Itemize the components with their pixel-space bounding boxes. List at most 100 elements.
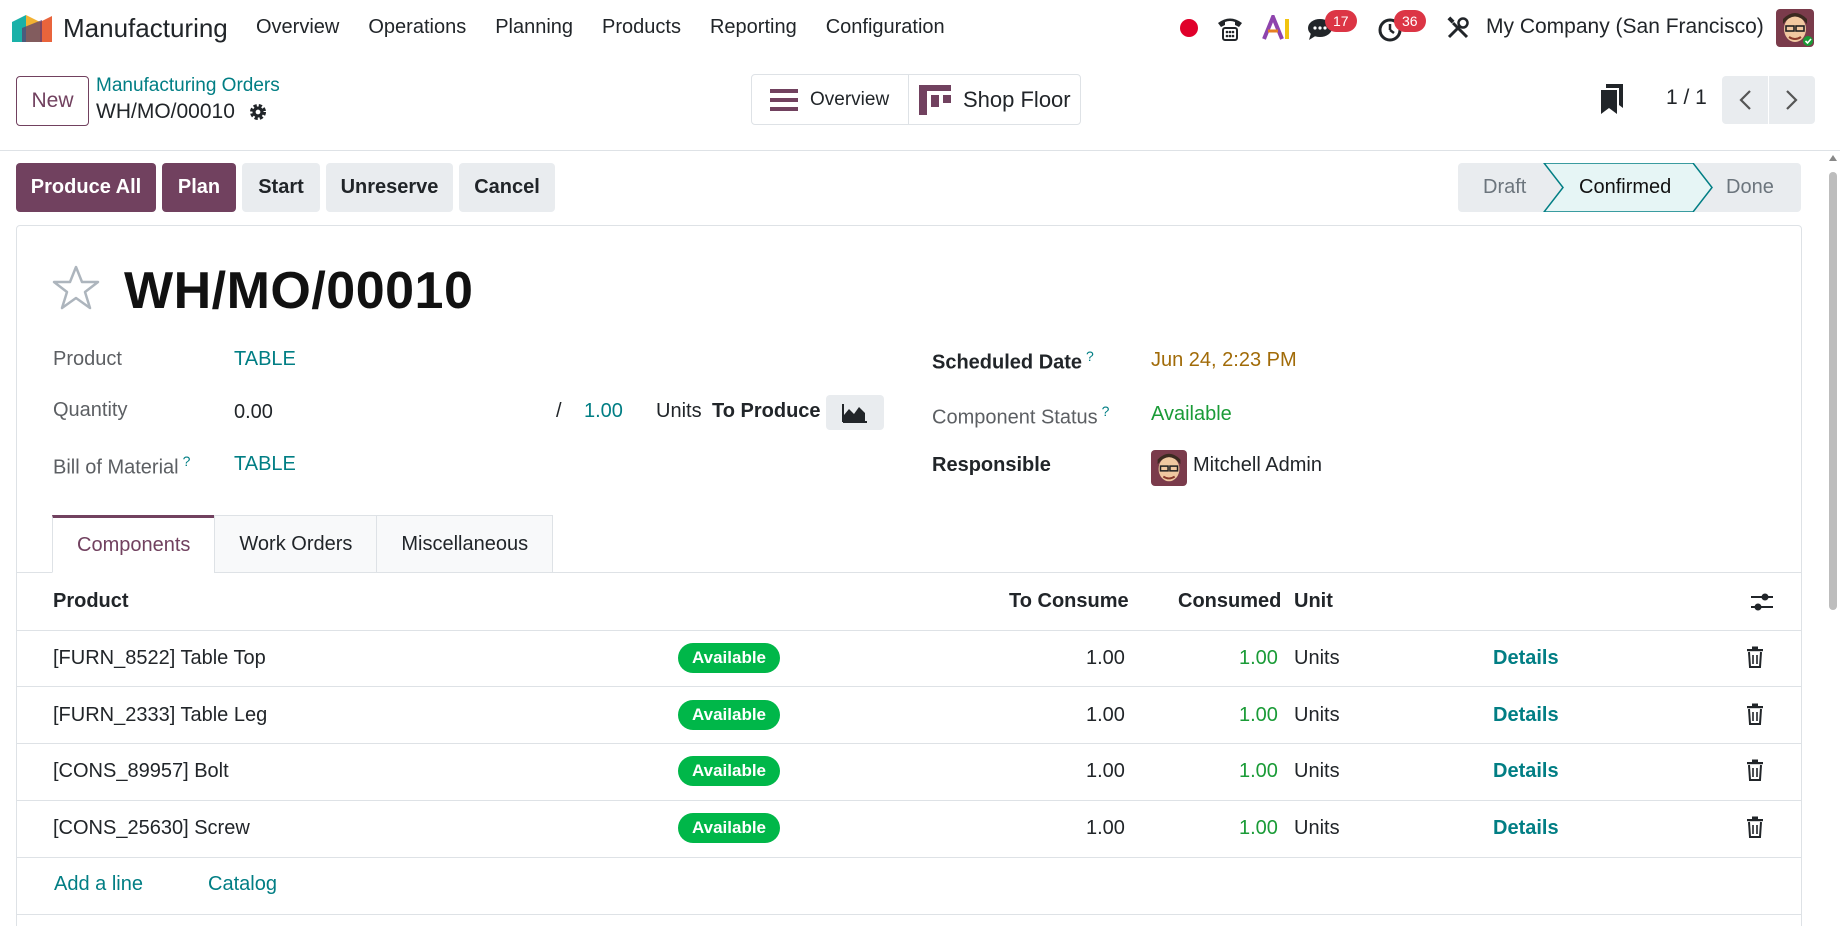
col-unit-header[interactable]: Unit [1294, 590, 1333, 613]
availability-badge: Available [678, 813, 780, 843]
availability-badge: Available [678, 643, 780, 673]
tab-work-orders[interactable]: Work Orders [214, 515, 378, 573]
stage-done[interactable]: Done [1726, 163, 1774, 212]
pager-previous-button[interactable] [1722, 76, 1768, 124]
bom-label-text: Bill of Material [53, 456, 179, 479]
details-button[interactable]: Details [1493, 647, 1559, 670]
overview-view-button[interactable]: Overview [752, 75, 909, 124]
scheduled-date-label-text: Scheduled Date [932, 351, 1083, 374]
overview-view-label: Overview [810, 88, 890, 110]
responsible-field[interactable]: Mitchell Admin [1193, 454, 1322, 477]
to-consume-cell[interactable]: 1.00 [1086, 817, 1125, 840]
unit-cell[interactable]: Units [1294, 760, 1340, 783]
component-status-label-text: Component Status [932, 406, 1098, 429]
consumed-cell[interactable]: 1.00 [1239, 647, 1278, 670]
to-consume-cell[interactable]: 1.00 [1086, 647, 1125, 670]
col-consumed-header[interactable]: Consumed [1178, 590, 1281, 613]
details-button[interactable]: Details [1493, 760, 1559, 783]
trash-icon[interactable] [1745, 816, 1765, 838]
quantity-uom[interactable]: Units [656, 400, 702, 423]
row-divider [16, 743, 1802, 744]
breadcrumb-manufacturing-orders[interactable]: Manufacturing Orders [96, 75, 280, 97]
product-label: Product [53, 348, 122, 370]
component-status-help-icon[interactable]: ? [1102, 403, 1110, 419]
row-divider [16, 857, 1802, 858]
scheduled-date-field[interactable]: Jun 24, 2:23 PM [1151, 349, 1297, 372]
user-avatar[interactable] [1776, 9, 1814, 47]
phone-icon[interactable] [1215, 14, 1245, 42]
shop-floor-button[interactable]: Shop Floor [909, 75, 1071, 124]
unit-cell[interactable]: Units [1294, 647, 1340, 670]
tools-icon[interactable] [1446, 16, 1470, 40]
stage-confirmed[interactable]: Confirmed [1579, 163, 1671, 212]
messages-count-badge: 17 [1325, 10, 1357, 32]
details-button[interactable]: Details [1493, 704, 1559, 727]
manufacturing-app-icon[interactable] [12, 12, 52, 42]
forecast-report-button[interactable] [826, 395, 884, 430]
menu-overview[interactable]: Overview [256, 16, 339, 39]
trash-icon[interactable] [1745, 759, 1765, 781]
menu-products[interactable]: Products [602, 16, 681, 39]
stage-draft[interactable]: Draft [1483, 163, 1526, 212]
menu-planning[interactable]: Planning [495, 16, 573, 39]
catalog-link[interactable]: Catalog [208, 873, 277, 896]
menu-reporting[interactable]: Reporting [710, 16, 797, 39]
cancel-button[interactable]: Cancel [459, 163, 555, 212]
col-product-header[interactable]: Product [53, 590, 129, 613]
gear-icon[interactable] [247, 101, 269, 123]
bom-label: Bill of Material? [53, 453, 190, 480]
component-product-cell[interactable]: [CONS_89957] Bolt [53, 760, 229, 783]
main-menu: Overview Operations Planning Products Re… [256, 16, 974, 39]
start-button[interactable]: Start [242, 163, 320, 212]
scrollbar-thumb[interactable] [1829, 172, 1837, 610]
produce-all-button[interactable]: Produce All [16, 163, 156, 212]
menu-configuration[interactable]: Configuration [826, 16, 945, 39]
scheduled-date-help-icon[interactable]: ? [1086, 348, 1094, 364]
consumed-cell[interactable]: 1.00 [1239, 817, 1278, 840]
unit-cell[interactable]: Units [1294, 817, 1340, 840]
col-to-consume-header[interactable]: To Consume [1009, 590, 1129, 613]
to-consume-cell[interactable]: 1.00 [1086, 760, 1125, 783]
bom-field[interactable]: TABLE [234, 453, 296, 476]
product-field[interactable]: TABLE [234, 348, 296, 371]
notebook-tabs: Components Work Orders Miscellaneous [52, 515, 554, 573]
tab-miscellaneous[interactable]: Miscellaneous [376, 515, 554, 573]
optional-columns-icon[interactable] [1750, 591, 1774, 613]
to-consume-cell[interactable]: 1.00 [1086, 704, 1125, 727]
plan-button[interactable]: Plan [162, 163, 236, 212]
consumed-cell[interactable]: 1.00 [1239, 760, 1278, 783]
tab-components[interactable]: Components [52, 515, 216, 573]
quantity-target-input[interactable]: 1.00 [584, 400, 623, 423]
recording-dot-icon[interactable] [1180, 19, 1198, 37]
quantity-input[interactable]: 0.00 [234, 401, 273, 424]
pager-value[interactable]: 1 / 1 [1666, 86, 1707, 110]
pager-next-button[interactable] [1769, 76, 1815, 124]
company-switcher[interactable]: My Company (San Francisco) [1486, 15, 1764, 39]
status-stage-bar: Draft Confirmed Done [1458, 163, 1801, 212]
app-name[interactable]: Manufacturing [63, 13, 228, 44]
responsible-avatar[interactable] [1151, 450, 1187, 486]
component-product-cell[interactable]: [CONS_25630] Screw [53, 817, 250, 840]
ai-icon[interactable] [1262, 15, 1292, 41]
new-button[interactable]: New [16, 76, 89, 126]
record-title: WH/MO/00010 [124, 262, 474, 320]
bom-help-icon[interactable]: ? [183, 453, 191, 469]
footer-divider [16, 914, 1802, 915]
scroll-up-arrow-icon[interactable] [1828, 153, 1838, 163]
unit-cell[interactable]: Units [1294, 704, 1340, 727]
trash-icon[interactable] [1745, 646, 1765, 668]
row-divider [16, 686, 1802, 687]
details-button[interactable]: Details [1493, 817, 1559, 840]
trash-icon[interactable] [1745, 703, 1765, 725]
component-product-cell[interactable]: [FURN_2333] Table Leg [53, 704, 267, 727]
star-icon[interactable] [52, 264, 100, 312]
unreserve-button[interactable]: Unreserve [326, 163, 453, 212]
menu-bars-icon [770, 88, 798, 111]
shop-floor-label: Shop Floor [963, 86, 1071, 112]
consumed-cell[interactable]: 1.00 [1239, 704, 1278, 727]
bookmark-icon[interactable] [1601, 84, 1623, 114]
add-a-line-link[interactable]: Add a line [54, 873, 143, 896]
control-panel: New Manufacturing Orders WH/MO/00010 Ove… [0, 56, 1840, 151]
menu-operations[interactable]: Operations [368, 16, 466, 39]
component-product-cell[interactable]: [FURN_8522] Table Top [53, 647, 266, 670]
